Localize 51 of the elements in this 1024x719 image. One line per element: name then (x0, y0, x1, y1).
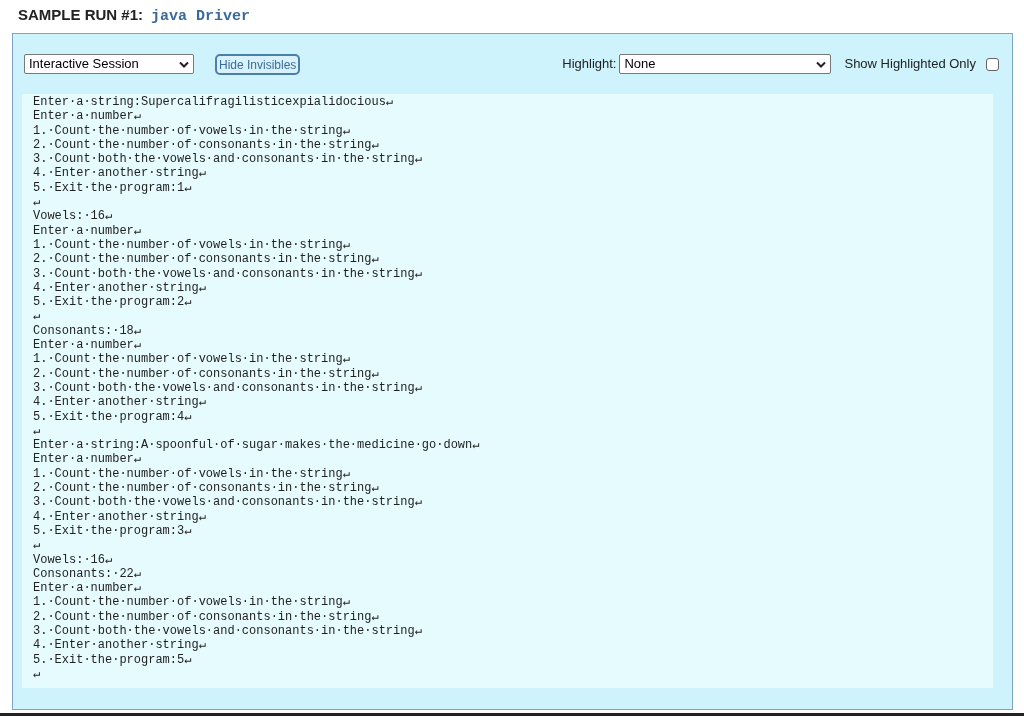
output-line: Consonants:·18↵ (33, 323, 142, 339)
output-line: 1.·Count·the·number·of·vowels·in·the·string↵ (33, 352, 350, 367)
output-line: Enter·a·number↵ (33, 581, 142, 596)
output-line: 3.·Count·both·the·vowels·and·consonants·in·the·string↵ (33, 266, 422, 281)
output-line: ↵ (33, 538, 41, 553)
output-line: 4.·Enter·another·string↵ (33, 638, 206, 653)
output-line: Enter·a·number↵ (33, 109, 142, 124)
output-line: 3.·Count·both·the·vowels·and·consonants·in·the·string↵ (33, 624, 422, 639)
output-line: ↵ (33, 666, 41, 682)
output-line: 5.·Exit·the·program:3↵ (33, 523, 192, 539)
output-line: ↵ (33, 309, 41, 324)
highlight-select[interactable]: None (619, 54, 832, 74)
hide-invisibles-button[interactable]: Hide Invisibles (215, 53, 301, 75)
output-line: Enter·a·number↵ (33, 452, 142, 467)
output-line: 4.·Enter·another·string↵ (33, 166, 206, 181)
output-line: Enter·a·string:Supercalifragilisticexpialidocious↵ (33, 95, 394, 110)
output-line: 5.·Exit·the·program:2↵ (33, 295, 192, 310)
output-line: Enter·a·number↵ (33, 338, 142, 353)
sample-run-heading: SAMPLE RUN #1: (18, 5, 144, 25)
output-line: Enter·a·number↵ (33, 223, 142, 238)
chevron-down-icon (179, 60, 189, 68)
output-line: 2.·Count·the·number·of·consonants·in·the·string↵ (33, 366, 379, 381)
output-line: Enter·a·string:A·spoonful·of·sugar·makes·the·medicine·go·down↵ (33, 438, 480, 453)
output-line: 1.·Count·the·number·of·vowels·in·the·string↵ (33, 466, 350, 481)
output-line: 3.·Count·both·the·vowels·and·consonants·in·the·string↵ (33, 380, 422, 396)
output-line: 1.·Count·the·number·of·vowels·in·the·string↵ (33, 237, 350, 253)
output-line: 2.·Count·the·number·of·consonants·in·the·string↵ (33, 481, 379, 496)
output-line: 5.·Exit·the·program:1↵ (33, 180, 192, 196)
output-line: 1.·Count·the·number·of·vowels·in·the·string↵ (33, 595, 350, 610)
output-line: ↵ (33, 195, 41, 210)
output-line: 5.·Exit·the·program:4↵ (33, 409, 192, 424)
chevron-down-icon (816, 60, 827, 68)
output-line: Vowels:·16↵ (33, 552, 113, 567)
output-line: 2.·Count·the·number·of·consonants·in·the·string↵ (33, 137, 379, 153)
show-highlighted-only-checkbox[interactable] (986, 57, 999, 71)
output-line: 4.·Enter·another·string↵ (33, 395, 206, 410)
output-line: 4.·Enter·another·string↵ (33, 509, 206, 524)
output-line: Vowels:·16↵ (33, 209, 113, 224)
command-text: java Driver (151, 7, 251, 27)
output-line: ↵ (33, 423, 41, 439)
output-line: 3.·Count·both·the·vowels·and·consonants·in·the·string↵ (33, 152, 422, 167)
highlight-label: Highlight: (562, 55, 617, 74)
output-line: 3.·Count·both·the·vowels·and·consonants·in·the·string↵ (33, 495, 422, 510)
output-line: Consonants:·22↵ (33, 566, 142, 582)
output-line: 2.·Count·the·number·of·consonants·in·the·string↵ (33, 609, 379, 624)
output-line: 4.·Enter·another·string↵ (33, 280, 206, 296)
mode-select[interactable]: Interactive Session (24, 54, 194, 74)
output-line: 1.·Count·the·number·of·vowels·in·the·string↵ (33, 123, 350, 138)
output-line: 2.·Count·the·number·of·consonants·in·the·string↵ (33, 252, 379, 267)
output-line: 5.·Exit·the·program:5↵ (33, 652, 192, 667)
show-highlighted-only-label: Show Highlighted Only (844, 55, 976, 74)
